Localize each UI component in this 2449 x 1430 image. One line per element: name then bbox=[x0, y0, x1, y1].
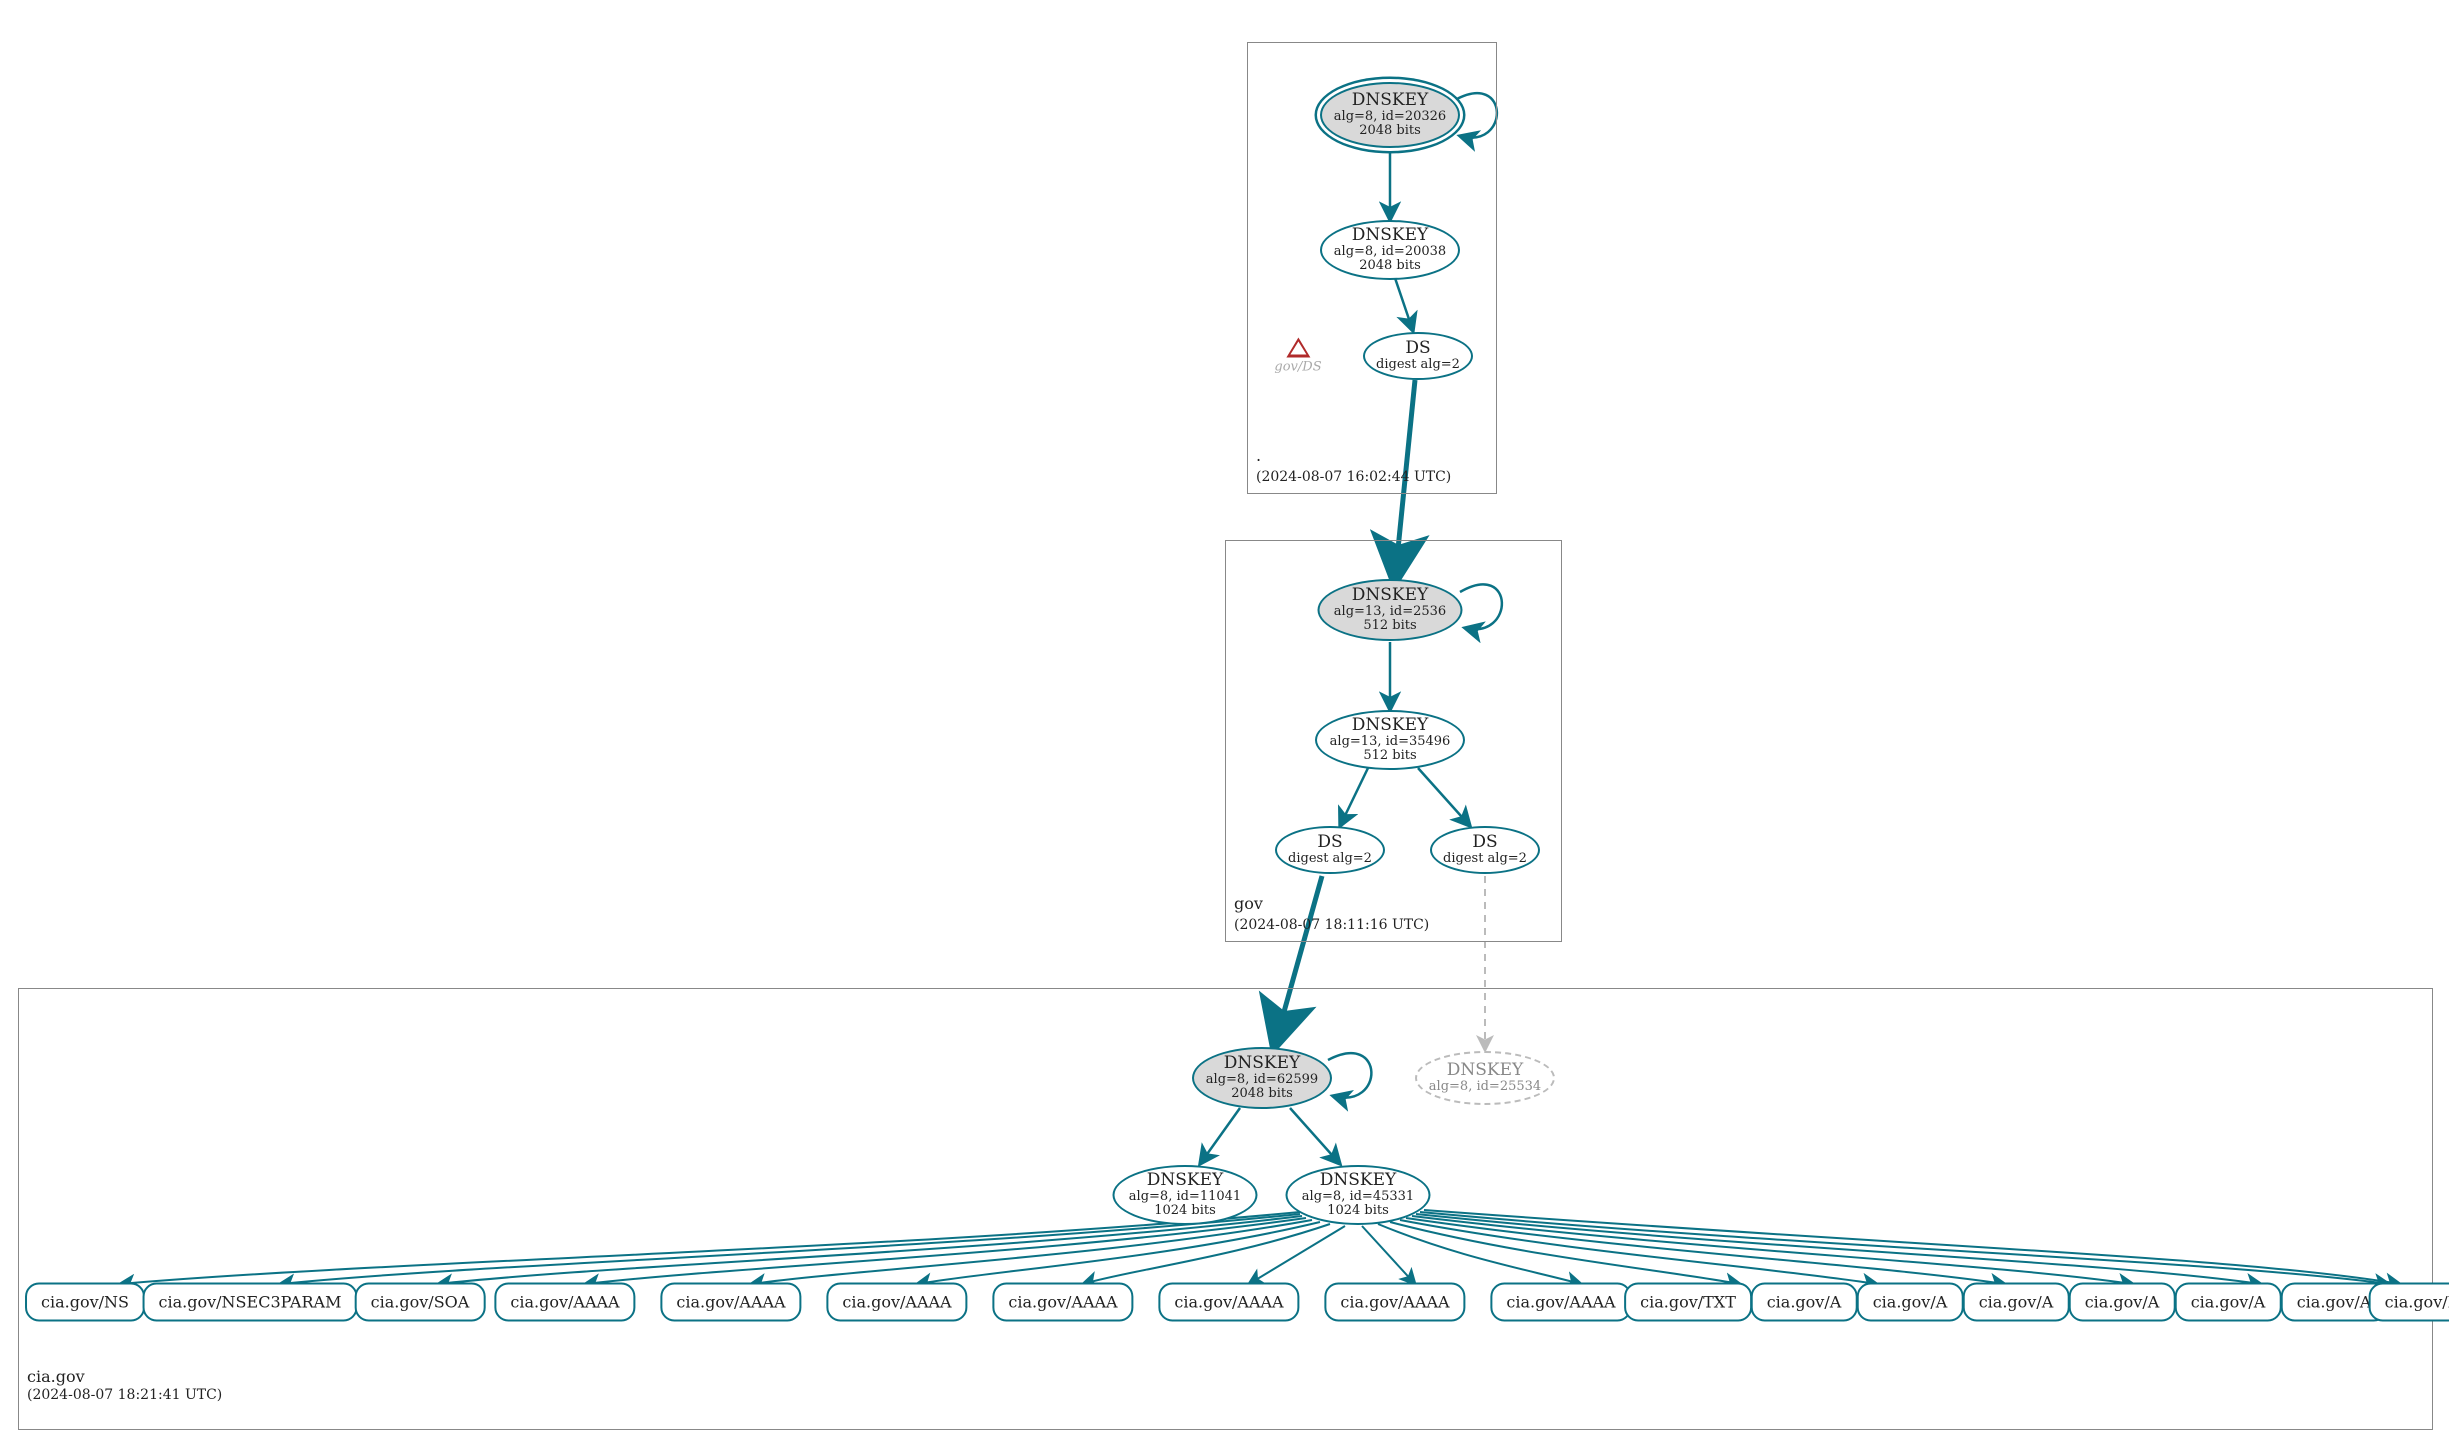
node-cia-ksk-sub2: 2048 bits bbox=[1231, 1087, 1293, 1101]
node-cia-ksk: DNSKEY alg=8, id=62599 2048 bits bbox=[1192, 1047, 1332, 1109]
rr-mx: cia.gov/MX bbox=[2369, 1283, 2449, 1322]
rr-aaaa2: cia.gov/AAAA bbox=[660, 1283, 801, 1322]
node-gov-ksk: DNSKEY alg=13, id=2536 512 bits bbox=[1318, 579, 1463, 641]
node-cia-zsk2-title: DNSKEY bbox=[1320, 1172, 1396, 1190]
rr-aaaa4: cia.gov/AAAA bbox=[992, 1283, 1133, 1322]
node-root-zsk-sub1: alg=8, id=20038 bbox=[1334, 245, 1446, 259]
node-root-ds-title: DS bbox=[1405, 340, 1430, 358]
node-gov-ds1-sub1: digest alg=2 bbox=[1288, 852, 1372, 866]
node-gov-ds1-title: DS bbox=[1317, 834, 1342, 852]
node-cia-zsk2-sub2: 1024 bits bbox=[1327, 1204, 1389, 1218]
node-gov-ksk-sub2: 512 bits bbox=[1363, 619, 1416, 633]
rr-a5: cia.gov/A bbox=[2175, 1283, 2282, 1322]
node-gov-zsk: DNSKEY alg=13, id=35496 512 bits bbox=[1315, 710, 1465, 770]
node-gov-ds1: DS digest alg=2 bbox=[1275, 826, 1385, 874]
rr-a2: cia.gov/A bbox=[1857, 1283, 1964, 1322]
node-gov-ds2-title: DS bbox=[1472, 834, 1497, 852]
node-root-ksk-sub1: alg=8, id=20326 bbox=[1334, 110, 1446, 124]
node-gov-zsk-sub1: alg=13, id=35496 bbox=[1330, 735, 1451, 749]
node-root-ds: DS digest alg=2 bbox=[1363, 332, 1473, 380]
rr-aaaa1: cia.gov/AAAA bbox=[494, 1283, 635, 1322]
node-gov-zsk-sub2: 512 bits bbox=[1363, 749, 1416, 763]
node-cia-ksk-sub1: alg=8, id=62599 bbox=[1206, 1073, 1318, 1087]
warning-icon bbox=[1286, 338, 1310, 358]
rr-txt: cia.gov/TXT bbox=[1624, 1283, 1752, 1322]
warning-label: gov/DS bbox=[1274, 360, 1321, 375]
zone-gov-timestamp: (2024-08-07 18:11:16 UTC) bbox=[1234, 917, 1429, 933]
node-gov-ksk-title: DNSKEY bbox=[1352, 587, 1428, 605]
node-root-zsk-title: DNSKEY bbox=[1352, 227, 1428, 245]
node-cia-ksk-title: DNSKEY bbox=[1224, 1055, 1300, 1073]
rr-soa: cia.gov/SOA bbox=[355, 1283, 486, 1322]
node-cia-zsk1-sub2: 1024 bits bbox=[1154, 1204, 1216, 1218]
node-root-zsk-sub2: 2048 bits bbox=[1359, 259, 1421, 273]
node-cia-missing-sub1: alg=8, id=25534 bbox=[1429, 1080, 1541, 1094]
rr-aaaa5: cia.gov/AAAA bbox=[1158, 1283, 1299, 1322]
diagram-canvas: . (2024-08-07 16:02:44 UTC) gov (2024-08… bbox=[0, 0, 2449, 1312]
node-cia-zsk2: DNSKEY alg=8, id=45331 1024 bits bbox=[1286, 1165, 1431, 1225]
rr-aaaa3: cia.gov/AAAA bbox=[826, 1283, 967, 1322]
node-gov-ksk-sub1: alg=13, id=2536 bbox=[1334, 605, 1446, 619]
node-cia-zsk1-sub1: alg=8, id=11041 bbox=[1129, 1190, 1241, 1204]
node-cia-missing-title: DNSKEY bbox=[1447, 1062, 1523, 1080]
warning-gov-ds: gov/DS bbox=[1274, 338, 1321, 375]
node-gov-ds2: DS digest alg=2 bbox=[1430, 826, 1540, 874]
zone-root-timestamp: (2024-08-07 16:02:44 UTC) bbox=[1256, 469, 1451, 485]
rr-nsec3: cia.gov/NSEC3PARAM bbox=[143, 1283, 358, 1322]
node-root-ksk: DNSKEY alg=8, id=20326 2048 bits bbox=[1320, 82, 1460, 148]
zone-cia-timestamp: (2024-08-07 18:21:41 UTC) bbox=[27, 1387, 222, 1403]
node-root-ds-sub1: digest alg=2 bbox=[1376, 358, 1460, 372]
rr-ns: cia.gov/NS bbox=[25, 1283, 145, 1322]
zone-root-label: . bbox=[1256, 446, 1261, 465]
zone-cia-label: cia.gov bbox=[27, 1367, 85, 1386]
rr-a4: cia.gov/A bbox=[2069, 1283, 2176, 1322]
node-cia-zsk1-title: DNSKEY bbox=[1147, 1172, 1223, 1190]
node-root-ksk-title: DNSKEY bbox=[1352, 92, 1428, 110]
node-cia-missing: DNSKEY alg=8, id=25534 bbox=[1415, 1051, 1555, 1105]
node-gov-zsk-title: DNSKEY bbox=[1352, 717, 1428, 735]
node-root-zsk: DNSKEY alg=8, id=20038 2048 bits bbox=[1320, 220, 1460, 280]
rr-a3: cia.gov/A bbox=[1963, 1283, 2070, 1322]
zone-gov-label: gov bbox=[1234, 894, 1263, 913]
node-cia-zsk2-sub1: alg=8, id=45331 bbox=[1302, 1190, 1414, 1204]
rr-aaaa7: cia.gov/AAAA bbox=[1490, 1283, 1631, 1322]
rr-aaaa6: cia.gov/AAAA bbox=[1324, 1283, 1465, 1322]
node-root-ksk-sub2: 2048 bits bbox=[1359, 124, 1421, 138]
rr-a1: cia.gov/A bbox=[1751, 1283, 1858, 1322]
node-cia-zsk1: DNSKEY alg=8, id=11041 1024 bits bbox=[1113, 1165, 1258, 1225]
node-gov-ds2-sub1: digest alg=2 bbox=[1443, 852, 1527, 866]
